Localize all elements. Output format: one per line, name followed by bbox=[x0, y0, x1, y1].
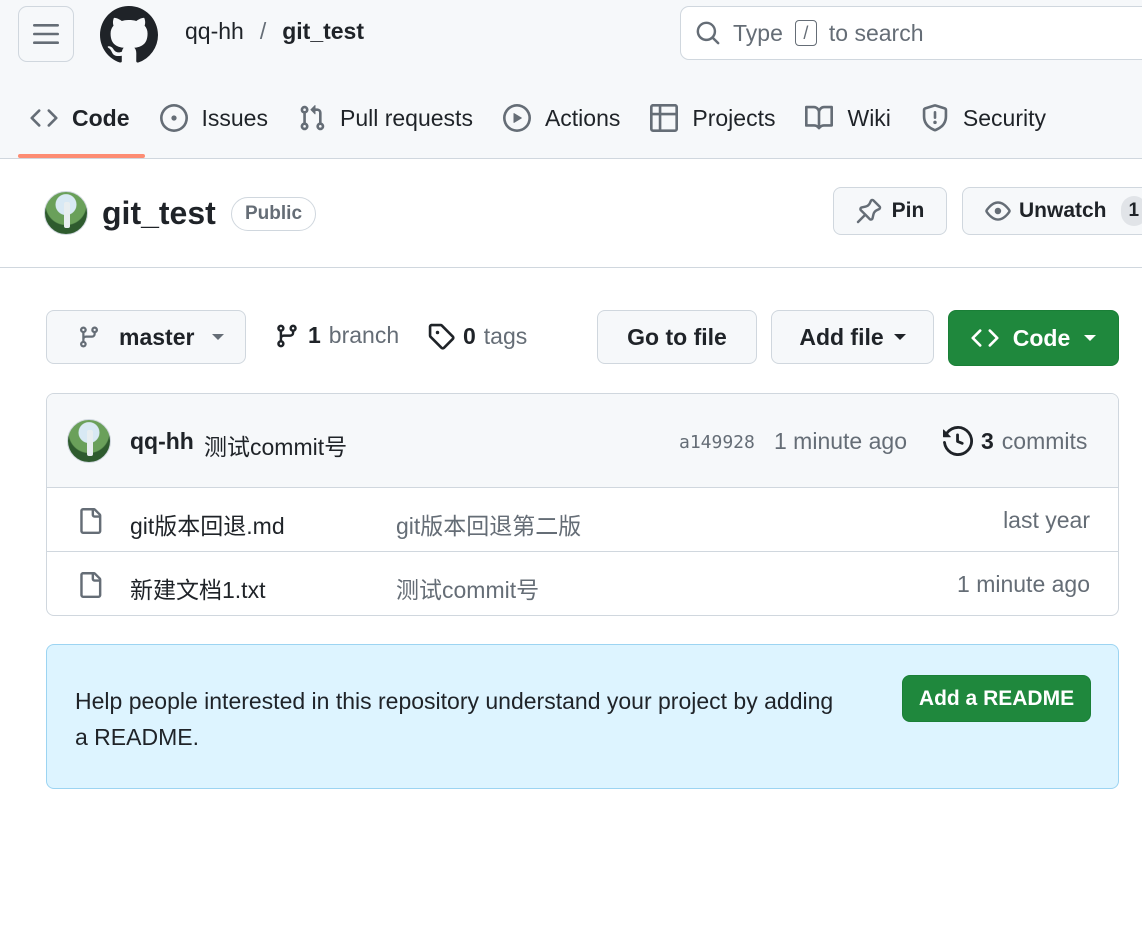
tab-code-label: Code bbox=[72, 104, 130, 131]
file-commit-time: last year bbox=[1003, 507, 1090, 533]
tab-issues[interactable]: Issues bbox=[145, 92, 283, 144]
branch-count: 1 bbox=[308, 322, 321, 348]
tab-issues-label: Issues bbox=[201, 104, 268, 131]
watchers-count-badge: 1 bbox=[1120, 196, 1142, 226]
git-branch-icon bbox=[79, 326, 98, 348]
eye-icon bbox=[985, 201, 1011, 221]
search-placeholder-prefix: Type bbox=[733, 19, 783, 46]
tab-projects[interactable]: Projects bbox=[635, 92, 790, 144]
go-to-file-button[interactable]: Go to file bbox=[597, 310, 757, 364]
latest-commit-row: qq-hh 测试commit号 a149928 1 minute ago 3 c… bbox=[47, 394, 1118, 488]
file-row[interactable]: 新建文档1.txt 测试commit号 1 minute ago bbox=[47, 552, 1118, 615]
search-placeholder-suffix: to search bbox=[828, 19, 924, 46]
hamburger-menu-button[interactable] bbox=[18, 6, 74, 62]
file-row[interactable]: git版本回退.md git版本回退第二版 last year bbox=[47, 488, 1118, 552]
commit-author-avatar[interactable] bbox=[67, 419, 111, 463]
commit-sha-link[interactable]: a149928 bbox=[679, 432, 755, 453]
file-name-link[interactable]: git版本回退.md bbox=[130, 507, 285, 541]
code-button-label: Code bbox=[1012, 324, 1071, 351]
commit-author-link[interactable]: qq-hh bbox=[130, 428, 194, 455]
tag-count: 0 bbox=[463, 322, 476, 349]
repo-nav-tabs: Code Issues Pull requests Actions Projec… bbox=[0, 92, 1061, 158]
tags-link[interactable]: 0 tags bbox=[427, 322, 527, 350]
commit-message-link[interactable]: 测试commit号 bbox=[204, 428, 347, 462]
pin-icon bbox=[856, 198, 881, 224]
add-readme-button[interactable]: Add a README bbox=[902, 675, 1091, 722]
active-tab-indicator bbox=[18, 154, 145, 158]
code-icon bbox=[30, 109, 58, 127]
add-readme-label: Add a README bbox=[918, 686, 1075, 710]
repo-title[interactable]: git_test bbox=[102, 195, 216, 232]
pin-button-label: Pin bbox=[891, 199, 925, 222]
breadcrumb: qq-hh / git_test bbox=[185, 18, 364, 45]
branches-link[interactable]: 1 branch bbox=[274, 322, 399, 349]
breadcrumb-repo-link[interactable]: git_test bbox=[282, 18, 364, 45]
issue-opened-icon bbox=[159, 104, 188, 132]
branch-name: master bbox=[119, 323, 195, 350]
owner-avatar[interactable] bbox=[44, 191, 88, 235]
tab-projects-label: Projects bbox=[692, 104, 776, 131]
play-icon bbox=[502, 104, 531, 132]
tab-code[interactable]: Code bbox=[0, 92, 145, 144]
commit-count-label: commits bbox=[1001, 427, 1088, 454]
tab-pull-requests-label: Pull requests bbox=[339, 104, 473, 131]
tag-icon bbox=[428, 323, 455, 350]
file-commit-message-link[interactable]: 测试commit号 bbox=[396, 571, 539, 605]
branch-select-button[interactable]: master bbox=[46, 310, 246, 364]
file-commit-time: 1 minute ago bbox=[957, 571, 1090, 597]
chevron-down-icon bbox=[212, 334, 225, 340]
commit-count: 3 bbox=[981, 427, 994, 454]
breadcrumb-owner-link[interactable]: qq-hh bbox=[185, 18, 244, 45]
file-list: qq-hh 测试commit号 a149928 1 minute ago 3 c… bbox=[46, 393, 1119, 616]
search-input[interactable]: Type / to search bbox=[680, 6, 1142, 60]
tab-pull-requests[interactable]: Pull requests bbox=[283, 92, 488, 144]
tab-actions-label: Actions bbox=[544, 104, 621, 131]
unwatch-button[interactable]: Unwatch 1 bbox=[962, 187, 1142, 235]
search-shortcut-key: / bbox=[794, 20, 817, 46]
commits-history-link[interactable]: 3 commits bbox=[943, 426, 1087, 456]
code-icon bbox=[971, 329, 999, 347]
file-icon bbox=[80, 572, 102, 598]
tab-security[interactable]: Security bbox=[906, 92, 1061, 144]
book-icon bbox=[805, 105, 834, 130]
pin-button[interactable]: Pin bbox=[833, 187, 947, 235]
unwatch-button-label: Unwatch bbox=[1019, 199, 1107, 222]
readme-prompt-banner: Help people interested in this repositor… bbox=[46, 644, 1119, 789]
readme-prompt-text: Help people interested in this repositor… bbox=[75, 688, 834, 750]
shield-icon bbox=[922, 104, 948, 132]
tab-wiki[interactable]: Wiki bbox=[790, 92, 905, 144]
table-icon bbox=[650, 104, 679, 132]
branch-count-label: branch bbox=[328, 322, 400, 348]
add-file-button[interactable]: Add file bbox=[771, 310, 934, 364]
git-branch-icon bbox=[277, 324, 297, 347]
tab-security-label: Security bbox=[962, 104, 1047, 131]
go-to-file-label: Go to file bbox=[627, 323, 727, 350]
git-pull-request-icon bbox=[300, 105, 325, 131]
commit-time: 1 minute ago bbox=[774, 428, 907, 454]
tab-wiki-label: Wiki bbox=[847, 104, 891, 131]
repo-title-bar: git_test Public Pin Unwatch 1 bbox=[0, 159, 1142, 268]
history-icon bbox=[943, 426, 973, 456]
file-name-link[interactable]: 新建文档1.txt bbox=[130, 571, 265, 605]
hamburger-icon bbox=[33, 24, 59, 44]
github-logo-icon[interactable] bbox=[100, 6, 158, 64]
tag-count-label: tags bbox=[483, 322, 528, 349]
breadcrumb-separator: / bbox=[259, 18, 267, 44]
chevron-down-icon bbox=[893, 334, 906, 340]
code-dropdown-button[interactable]: Code bbox=[948, 310, 1119, 366]
tab-actions[interactable]: Actions bbox=[488, 92, 635, 144]
add-file-label: Add file bbox=[799, 323, 884, 350]
file-icon bbox=[80, 508, 102, 534]
search-icon bbox=[696, 21, 720, 45]
file-commit-message-link[interactable]: git版本回退第二版 bbox=[396, 507, 581, 541]
global-header: qq-hh / git_test Type / to search Code I… bbox=[0, 0, 1142, 159]
chevron-down-icon bbox=[1084, 335, 1097, 341]
visibility-badge: Public bbox=[231, 197, 317, 231]
